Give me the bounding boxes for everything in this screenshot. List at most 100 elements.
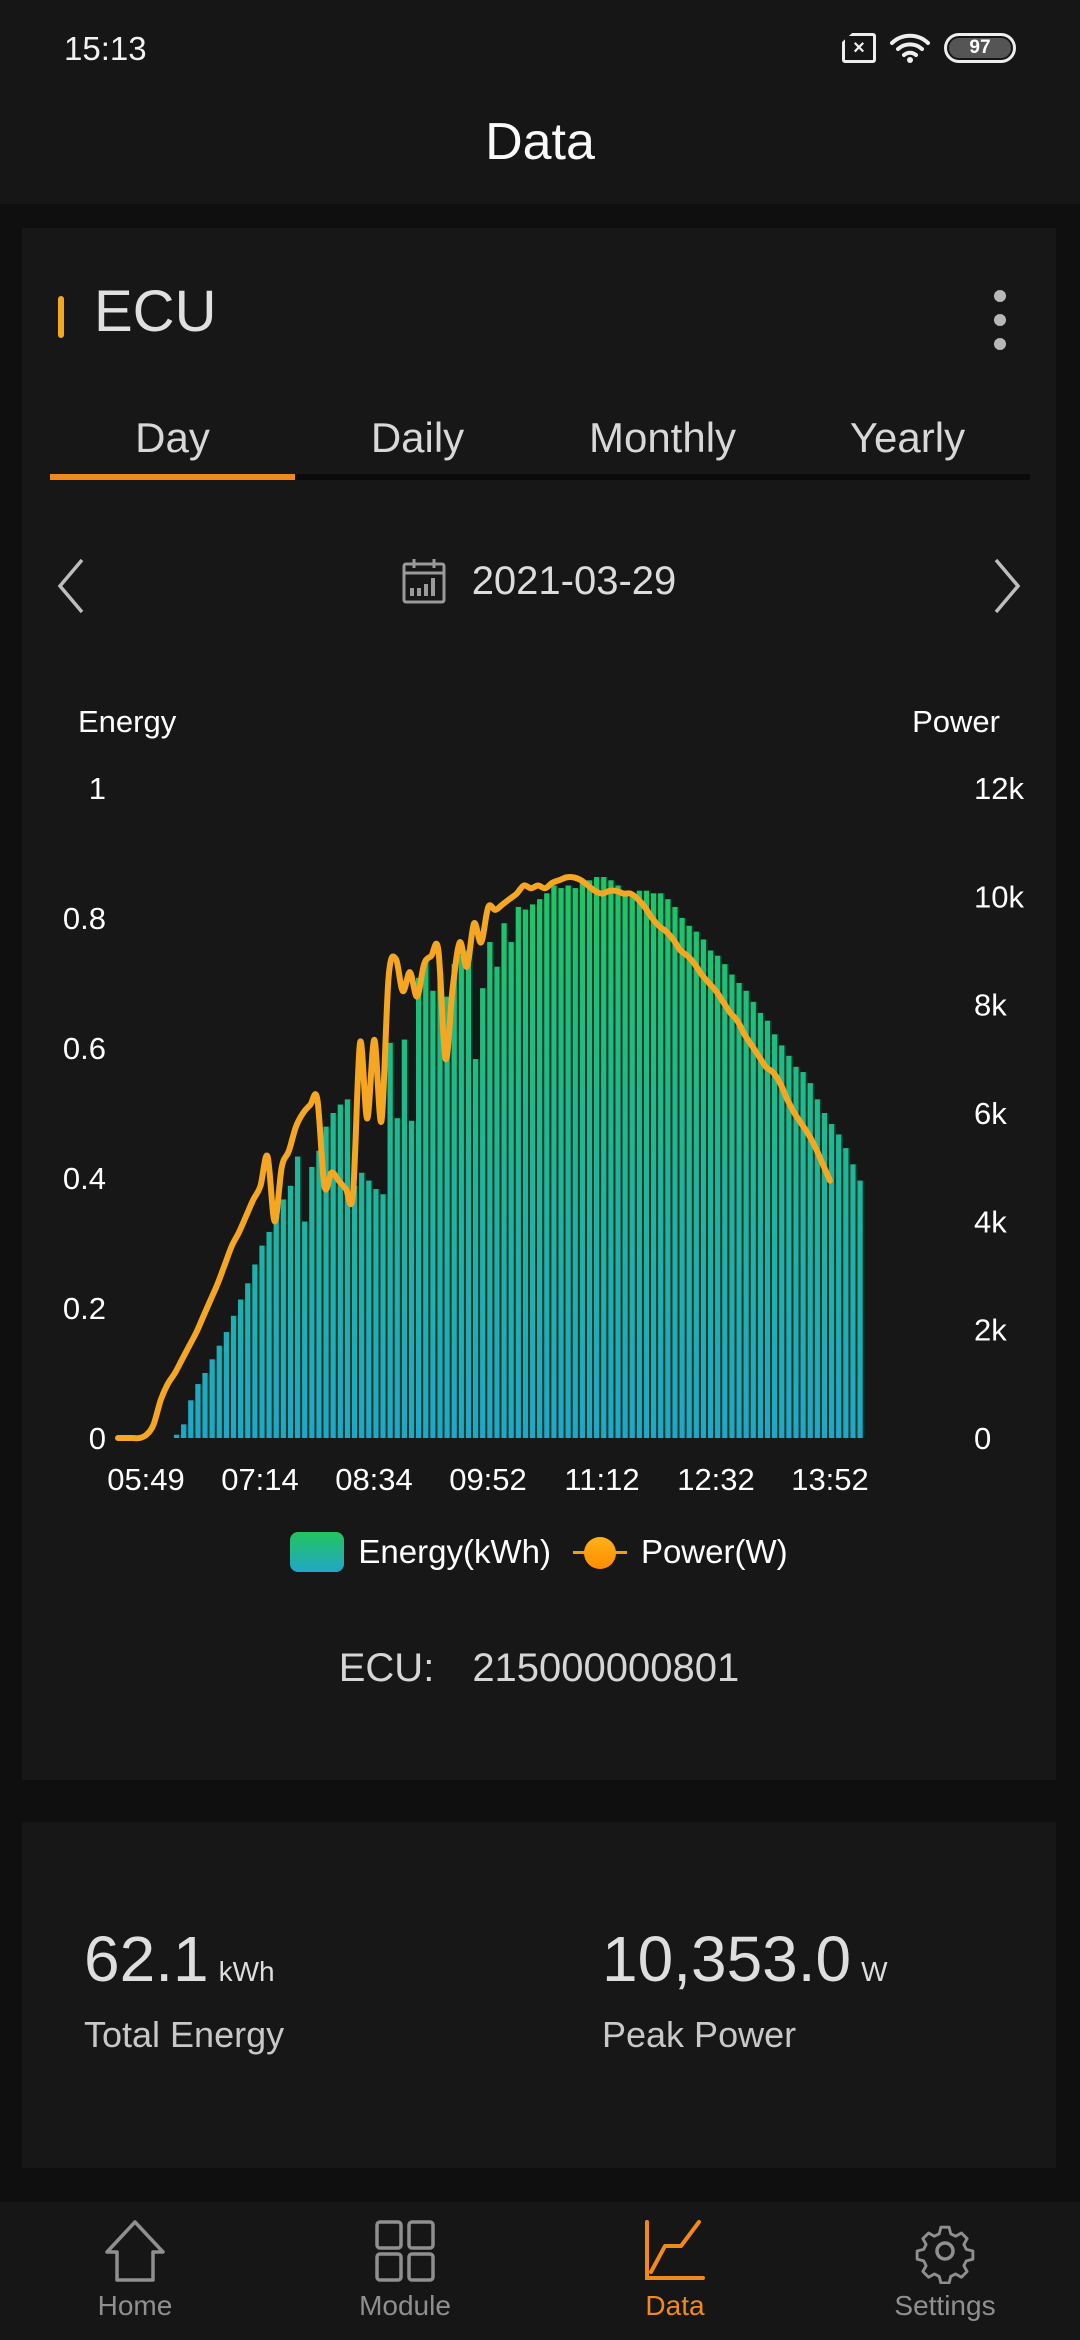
bar-separator <box>471 950 473 1438</box>
bar-separator <box>364 1172 367 1438</box>
bar-separator <box>691 925 694 1438</box>
energy-bar <box>551 885 557 1438</box>
bar-separator <box>570 885 573 1438</box>
energy-bar <box>515 906 522 1438</box>
energy-bar <box>309 1166 315 1438</box>
bar-separator <box>862 1180 865 1438</box>
energy-bar <box>579 882 586 1438</box>
bar-separator <box>278 1215 281 1438</box>
energy-bar <box>857 1180 863 1438</box>
bar-separator <box>421 977 424 1438</box>
bar-separator <box>556 885 559 1438</box>
nav-settings[interactable]: Settings <box>810 2202 1080 2340</box>
bar-separator <box>755 1001 758 1438</box>
x-tick-label: 09:52 <box>449 1462 527 1497</box>
energy-bar <box>458 955 465 1438</box>
energy-bar <box>658 893 664 1438</box>
bar-separator <box>627 890 630 1438</box>
energy-bar <box>465 950 472 1438</box>
bar-separator <box>827 1113 829 1438</box>
line-chart-icon <box>645 2220 705 2280</box>
energy-bar <box>558 888 564 1438</box>
bar-separator <box>449 996 452 1438</box>
bar-separator <box>492 942 495 1438</box>
power-marker-icon <box>572 1535 627 1569</box>
energy-bar <box>693 931 700 1438</box>
energy-bar <box>772 1034 778 1438</box>
energy-bar <box>373 1189 379 1438</box>
bar-separator <box>293 1185 295 1438</box>
x-tick-label: 11:12 <box>564 1462 639 1497</box>
bar-separator <box>770 1020 772 1438</box>
energy-bar <box>601 877 607 1438</box>
energy-bar <box>216 1345 223 1438</box>
bar-separator <box>677 906 680 1438</box>
bar-separator <box>563 888 566 1438</box>
bar-separator <box>321 1150 324 1438</box>
energy-bar <box>444 996 450 1438</box>
bar-separator <box>236 1315 238 1438</box>
x-tick-label: 08:34 <box>335 1462 413 1497</box>
bar-separator <box>186 1424 189 1438</box>
nav-settings-label: Settings <box>894 2290 996 2321</box>
energy-bar <box>266 1231 272 1438</box>
energy-bar <box>344 1099 351 1438</box>
energy-bar <box>451 964 458 1438</box>
energy-bar <box>287 1185 294 1438</box>
status-icons: × 97 <box>842 32 1016 64</box>
x-tick-label: 13:52 <box>791 1462 869 1497</box>
energy-bar <box>173 1434 180 1438</box>
energy-bar <box>729 974 735 1438</box>
battery-level: 97 <box>949 38 1011 58</box>
energy-bar <box>302 1221 308 1438</box>
bar-separator <box>435 990 438 1438</box>
bar-separator <box>300 1156 302 1438</box>
peak-power-stat: 10,353.0 W Peak Power <box>602 1922 888 2056</box>
bar-separator <box>528 909 530 1438</box>
bar-separator <box>428 958 431 1438</box>
status-bar: 15:13 × 97 <box>0 0 1080 100</box>
energy-bar <box>615 885 621 1438</box>
energy-bar <box>836 1134 842 1438</box>
page-title: Data <box>485 113 595 171</box>
nav-data-label: Data <box>645 2290 705 2321</box>
bar-separator <box>641 890 644 1438</box>
energy-bar <box>408 1120 415 1438</box>
bar-separator <box>606 877 609 1438</box>
peak-power-unit: W <box>861 1956 888 1987</box>
bar-separator <box>762 1012 765 1438</box>
bar-separator <box>250 1283 253 1438</box>
peak-power-label: Peak Power <box>602 2014 797 2055</box>
energy-bar <box>764 1020 771 1438</box>
total-energy-value: 62.1 <box>84 1923 209 1995</box>
legend-energy[interactable]: Energy(kWh) <box>290 1532 551 1572</box>
energy-bar <box>181 1424 187 1438</box>
bar-separator <box>499 966 502 1438</box>
energy-bar <box>387 1042 394 1438</box>
bar-separator <box>456 964 459 1438</box>
right-tick-label: 4k <box>974 1204 1007 1239</box>
bar-separator <box>656 893 658 1438</box>
nav-module[interactable]: Module <box>270 2202 540 2340</box>
nav-home[interactable]: Home <box>0 2202 270 2340</box>
grid-icon <box>375 2220 435 2282</box>
ecu-id-row: ECU: 215000000801 <box>22 1646 1056 1691</box>
chart-legend: Energy(kWh) Power(W) <box>22 1532 1056 1572</box>
legend-power[interactable]: Power(W) <box>572 1533 788 1571</box>
x-axis-ticks: 05:49 07:14 08:34 09:52 11:12 12:32 13:52 <box>107 1462 869 1497</box>
bar-separator <box>228 1332 231 1438</box>
energy-bar <box>245 1283 251 1438</box>
wifi-icon <box>890 33 930 63</box>
bar-separator <box>848 1148 851 1438</box>
left-axis-title: Energy <box>78 704 177 739</box>
bar-separator <box>264 1245 267 1438</box>
bar-separator <box>399 1118 402 1438</box>
energy-swatch-icon <box>290 1532 345 1572</box>
energy-bar <box>736 983 742 1438</box>
nav-data[interactable]: Data <box>540 2202 810 2340</box>
left-tick-label: 0.2 <box>63 1291 106 1326</box>
energy-bar <box>273 1215 280 1438</box>
x-tick-label: 12:32 <box>677 1462 755 1497</box>
energy-bar <box>416 977 422 1438</box>
bar-separator <box>584 882 587 1438</box>
